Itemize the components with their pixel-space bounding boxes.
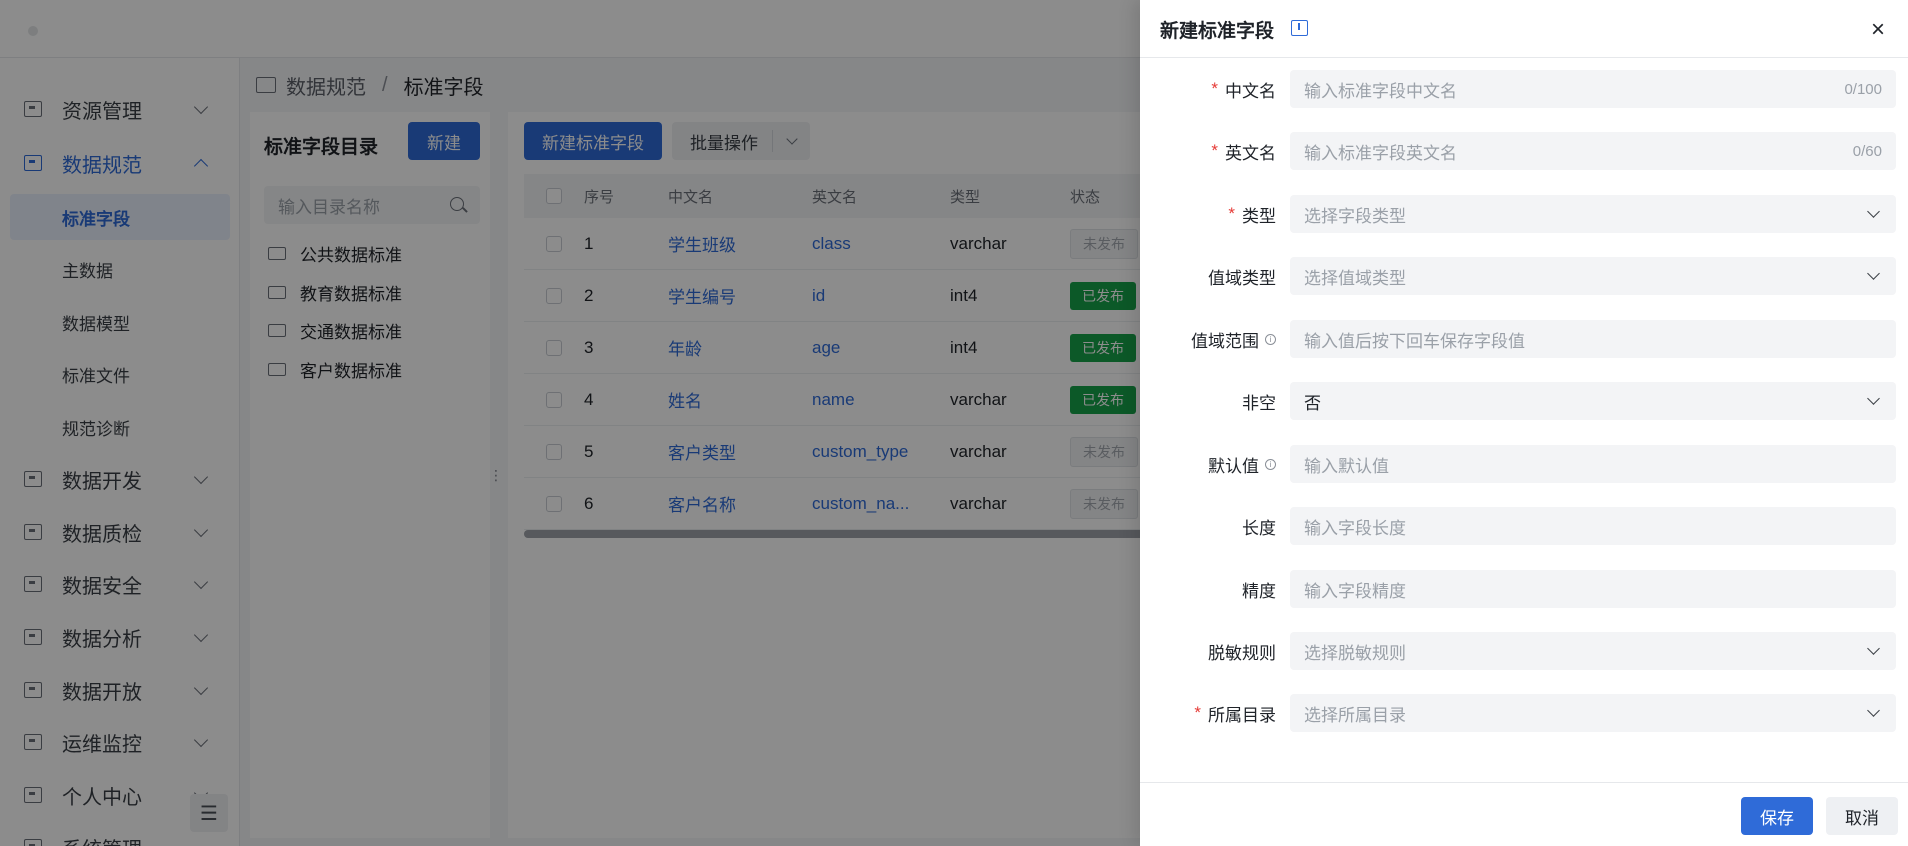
chevron-down-icon [1867,392,1880,405]
required-mark: * [1228,204,1235,223]
length-input[interactable]: 输入字段长度 [1290,507,1896,545]
document-info-icon[interactable] [1291,20,1308,36]
field-label-text: 英文名 [1225,143,1276,163]
chevron-down-icon [1867,642,1880,655]
form-row-not-null: 非空 否 [1140,382,1908,420]
form-row-domain-type: 值域类型 选择值域类型 [1140,257,1908,295]
field-label-text: 默认值 [1208,456,1259,476]
field-label-text: 中文名 [1225,81,1276,101]
field-label-text: 值域范围 [1191,331,1259,351]
field-label: 默认值 i [1208,445,1276,483]
cancel-button[interactable]: 取消 [1826,797,1898,835]
field-label: 非空 [1242,382,1276,420]
select-value: 否 [1304,393,1321,413]
close-icon[interactable]: × [1864,16,1892,44]
new-standard-field-drawer: 新建标准字段 × * 中文名 输入标准字段中文名 0/100 * 英文名 输入标准字段… [1140,0,1908,846]
form-row-masking-rule: 脱敏规则 选择脱敏规则 [1140,632,1908,670]
form-row-default-value: 默认值 i 输入默认值 [1140,445,1908,483]
chevron-down-icon [1867,267,1880,280]
field-label: * 英文名 [1211,132,1276,170]
info-icon[interactable]: i [1265,458,1276,470]
directory-select[interactable]: 选择所属目录 [1290,694,1896,732]
required-mark: * [1194,703,1201,722]
select-placeholder: 选择脱敏规则 [1304,643,1406,663]
required-mark: * [1211,79,1218,98]
not-null-select[interactable]: 否 [1290,382,1896,420]
field-label: 长度 [1242,507,1276,545]
field-label-text: 精度 [1242,581,1276,601]
input-placeholder: 输入标准字段英文名 [1304,143,1457,163]
input-placeholder: 输入默认值 [1304,456,1389,476]
char-counter: 0/100 [1844,80,1882,98]
form-row-domain-range: 值域范围 i 输入值后按下回车保存字段值 [1140,320,1908,358]
save-button[interactable]: 保存 [1741,797,1813,835]
info-icon[interactable]: i [1265,333,1276,345]
drawer-header: 新建标准字段 × [1140,0,1908,58]
form-row-en-name: * 英文名 输入标准字段英文名 0/60 [1140,132,1908,170]
input-placeholder: 输入字段精度 [1304,581,1406,601]
form-row-directory: * 所属目录 选择所属目录 [1140,694,1908,732]
field-label: 值域类型 [1208,257,1276,295]
cn-name-input[interactable]: 输入标准字段中文名 0/100 [1290,70,1896,108]
drawer-title: 新建标准字段 [1160,21,1275,42]
domain-range-input[interactable]: 输入值后按下回车保存字段值 [1290,320,1896,358]
field-label: 精度 [1242,570,1276,608]
input-placeholder: 输入标准字段中文名 [1304,81,1457,101]
input-placeholder: 输入字段长度 [1304,518,1406,538]
field-label: * 类型 [1228,195,1276,233]
field-label-text: 类型 [1242,206,1276,226]
chevron-down-icon [1867,205,1880,218]
field-label: 脱敏规则 [1208,632,1276,670]
default-value-input[interactable]: 输入默认值 [1290,445,1896,483]
input-placeholder: 输入值后按下回车保存字段值 [1304,331,1525,351]
field-label: * 所属目录 [1194,694,1276,732]
form-row-length: 长度 输入字段长度 [1140,507,1908,545]
select-placeholder: 选择值域类型 [1304,268,1406,288]
drawer-footer: 保存 取消 [1140,782,1908,846]
select-placeholder: 选择所属目录 [1304,705,1406,725]
chevron-down-icon [1867,704,1880,717]
required-mark: * [1211,141,1218,160]
field-label: * 中文名 [1211,70,1276,108]
form-row-type: * 类型 选择字段类型 [1140,195,1908,233]
field-type-select[interactable]: 选择字段类型 [1290,195,1896,233]
form-row-precision: 精度 输入字段精度 [1140,570,1908,608]
domain-type-select[interactable]: 选择值域类型 [1290,257,1896,295]
field-label-text: 非空 [1242,393,1276,413]
masking-rule-select[interactable]: 选择脱敏规则 [1290,632,1896,670]
char-counter: 0/60 [1852,142,1882,160]
select-placeholder: 选择字段类型 [1304,206,1406,226]
modal-mask[interactable] [0,0,1140,846]
field-label-text: 长度 [1242,518,1276,538]
en-name-input[interactable]: 输入标准字段英文名 0/60 [1290,132,1896,170]
precision-input[interactable]: 输入字段精度 [1290,570,1896,608]
field-label-text: 脱敏规则 [1208,643,1276,663]
form-row-cn-name: * 中文名 输入标准字段中文名 0/100 [1140,70,1908,108]
field-label-text: 所属目录 [1208,705,1276,725]
field-label-text: 值域类型 [1208,268,1276,288]
field-label: 值域范围 i [1191,320,1276,358]
